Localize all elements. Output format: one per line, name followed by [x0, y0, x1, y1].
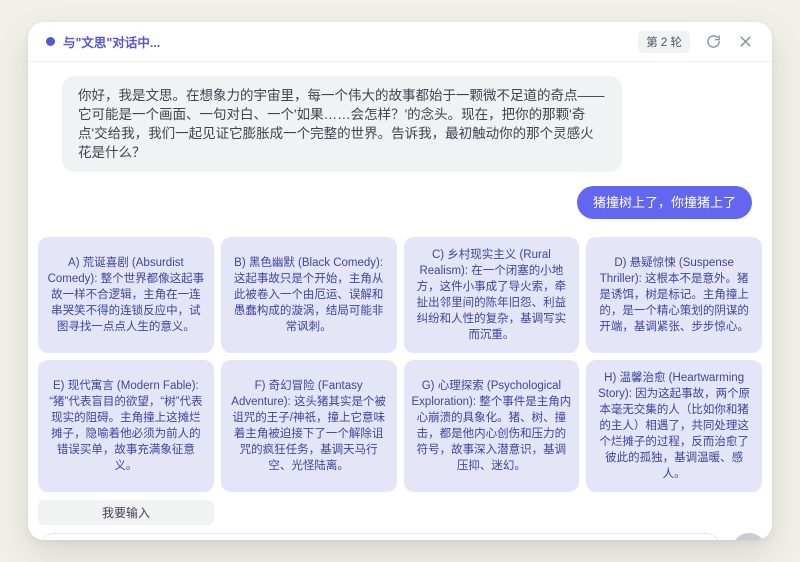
assistant-message: 你好，我是文思。在想象力的宇宙里，每一个伟大的故事都始于一颗微不足道的奇点——它…: [62, 76, 622, 172]
send-button[interactable]: [732, 533, 766, 540]
status-dot-icon: [46, 37, 55, 46]
dialog-window: 与"文思"对话中... 第 2 轮 你好，我是文思。: [28, 22, 772, 540]
dialog-title: 与"文思"对话中...: [63, 32, 160, 51]
option-card-e[interactable]: E) 现代寓言 (Modern Fable): “猪”代表盲目的欲望，“树”代表…: [38, 360, 214, 492]
dialog-header: 与"文思"对话中... 第 2 轮: [28, 22, 772, 62]
manual-input-button[interactable]: 我要输入: [38, 500, 214, 525]
option-card-h[interactable]: H) 温馨治愈 (Heartwarming Story): 因为这起事故，两个原…: [586, 360, 762, 492]
option-card-a[interactable]: A) 荒诞喜剧 (Absurdist Comedy): 整个世界都像这起事故一样…: [38, 237, 214, 353]
composer: [38, 533, 766, 540]
option-card-g[interactable]: G) 心理探索 (Psychological Exploration): 整个事…: [404, 360, 580, 492]
close-button[interactable]: [736, 33, 754, 51]
option-grid: A) 荒诞喜剧 (Absurdist Comedy): 整个世界都像这起事故一样…: [38, 237, 762, 492]
actions-row: 我要输入: [38, 500, 762, 525]
refresh-button[interactable]: [704, 33, 722, 51]
chat-area: 你好，我是文思。在想象力的宇宙里，每一个伟大的故事都始于一颗微不足道的奇点——它…: [28, 62, 772, 219]
option-card-f[interactable]: F) 奇幻冒险 (Fantasy Adventure): 这头猪其实是个被诅咒的…: [221, 360, 397, 492]
user-message: 猪撞树上了，你撞猪上了: [577, 186, 752, 219]
close-icon: [738, 34, 753, 49]
round-badge: 第 2 轮: [638, 31, 690, 53]
option-card-c[interactable]: C) 乡村现实主义 (Rural Realism): 在一个闭塞的小地方，这件小…: [404, 237, 580, 353]
option-card-b[interactable]: B) 黑色幽默 (Black Comedy): 这起事故只是个开始，主角从此被卷…: [221, 237, 397, 353]
refresh-icon: [706, 34, 721, 49]
message-input[interactable]: [38, 533, 722, 540]
header-actions: 第 2 轮: [638, 31, 754, 53]
option-card-d[interactable]: D) 悬疑惊悚 (Suspense Thriller): 这根本不是意外。猪是诱…: [586, 237, 762, 353]
user-message-row: 猪撞树上了，你撞猪上了: [48, 186, 752, 219]
